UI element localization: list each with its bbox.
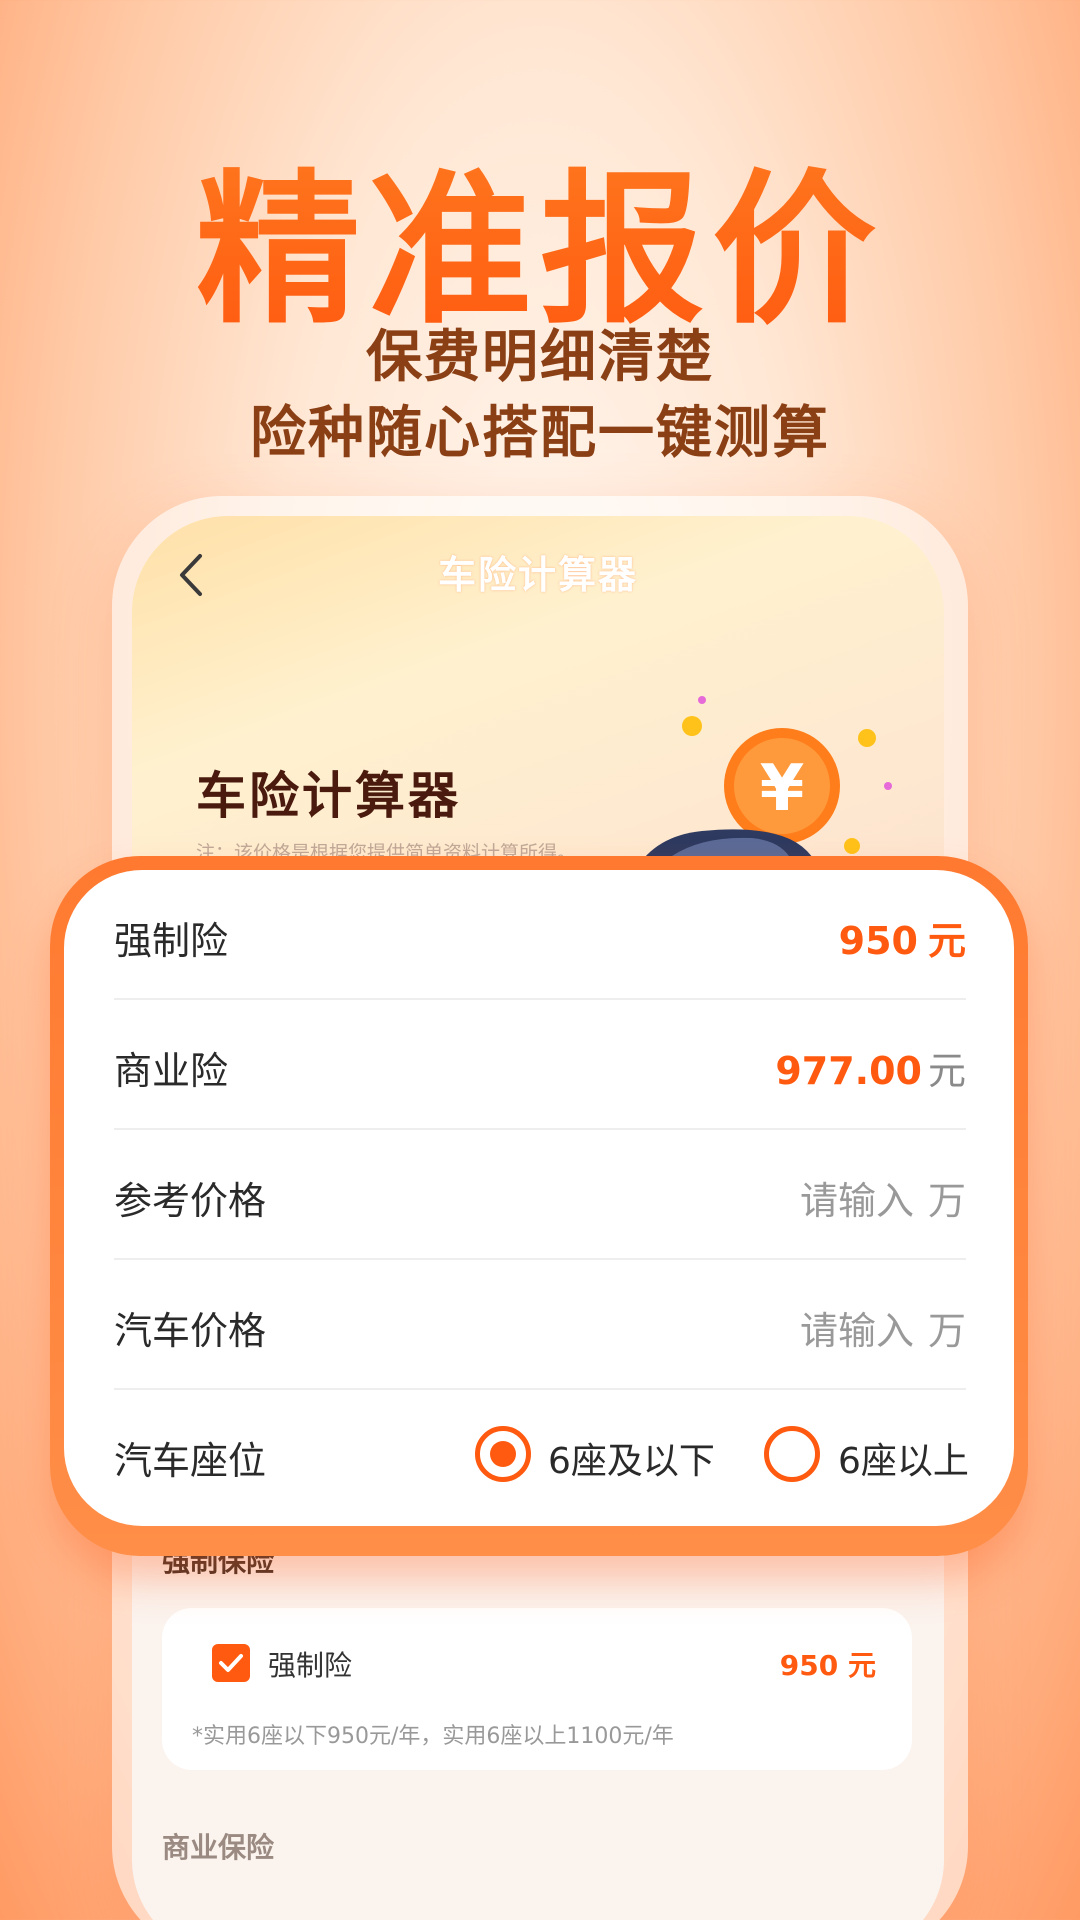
compulsory-item-label: 强制险: [268, 1649, 353, 1682]
check-icon: [219, 1654, 243, 1672]
compulsory-card: 强制险 950 元 *实用6座以下950元/年，实用6座以上1100元/年: [162, 1608, 912, 1770]
commercial-section-heading: 商业保险: [162, 1831, 275, 1864]
compulsory-item-price: 950 元: [779, 1649, 876, 1682]
placeholder: 请输入: [799, 1309, 914, 1353]
promo-subline-1: 保费明细清楚: [366, 325, 714, 390]
row-label: 商业险: [114, 1049, 229, 1093]
unit: 元: [927, 919, 966, 963]
radio-label-6-or-less[interactable]: 6座及以下: [548, 1432, 715, 1484]
row-label: 汽车座位: [114, 1439, 267, 1483]
radio-6-or-less[interactable]: [475, 1426, 531, 1482]
row-commercial: 商业险 977.00 元: [64, 1000, 1014, 1130]
row-seats: 汽车座位 6座及以下 6座以上: [64, 1390, 1014, 1520]
compulsory-checkbox[interactable]: [212, 1644, 250, 1682]
row-reference-price[interactable]: 参考价格 请输入万: [64, 1130, 1014, 1260]
promo-subline-2: 险种随心搭配一键测算: [250, 401, 830, 466]
row-label: 汽车价格: [114, 1309, 267, 1353]
row-value: 950 元: [839, 910, 966, 965]
row-compulsory: 强制险 950 元: [64, 870, 1014, 1000]
reference-price-input[interactable]: 请输入万: [800, 1170, 966, 1225]
row-car-price[interactable]: 汽车价格 请输入万: [64, 1260, 1014, 1390]
coin-car-illustration: ¥: [632, 696, 892, 876]
unit: 元: [927, 1049, 966, 1093]
radio-more-than-6[interactable]: [764, 1426, 820, 1482]
unit: 万: [927, 1179, 966, 1223]
calculator-card-inner: 强制险 950 元 商业险 977.00 元 参考价格 请输入万 汽车价格 请输入万…: [64, 870, 1014, 1526]
calculator-card: 强制险 950 元 商业险 977.00 元 参考价格 请输入万 汽车价格 请输入万…: [50, 856, 1028, 1556]
amount: 950: [838, 919, 918, 963]
radio-selected-dot: [490, 1441, 516, 1467]
car-price-input[interactable]: 请输入万: [800, 1300, 966, 1355]
row-label: 参考价格: [114, 1179, 267, 1223]
row-label: 强制险: [114, 919, 229, 963]
amount: 977.00: [775, 1049, 922, 1093]
unit: 万: [927, 1309, 966, 1353]
row-value: 977.00 元: [775, 1040, 966, 1095]
hero-title: 车险计算器: [196, 767, 461, 825]
compulsory-note: *实用6座以下950元/年，实用6座以上1100元/年: [192, 1724, 674, 1749]
radio-label-more-than-6[interactable]: 6座以上: [838, 1432, 969, 1484]
nav-title: 车险计算器: [437, 553, 638, 597]
svg-text:¥: ¥: [760, 752, 805, 826]
placeholder: 请输入: [799, 1179, 914, 1223]
